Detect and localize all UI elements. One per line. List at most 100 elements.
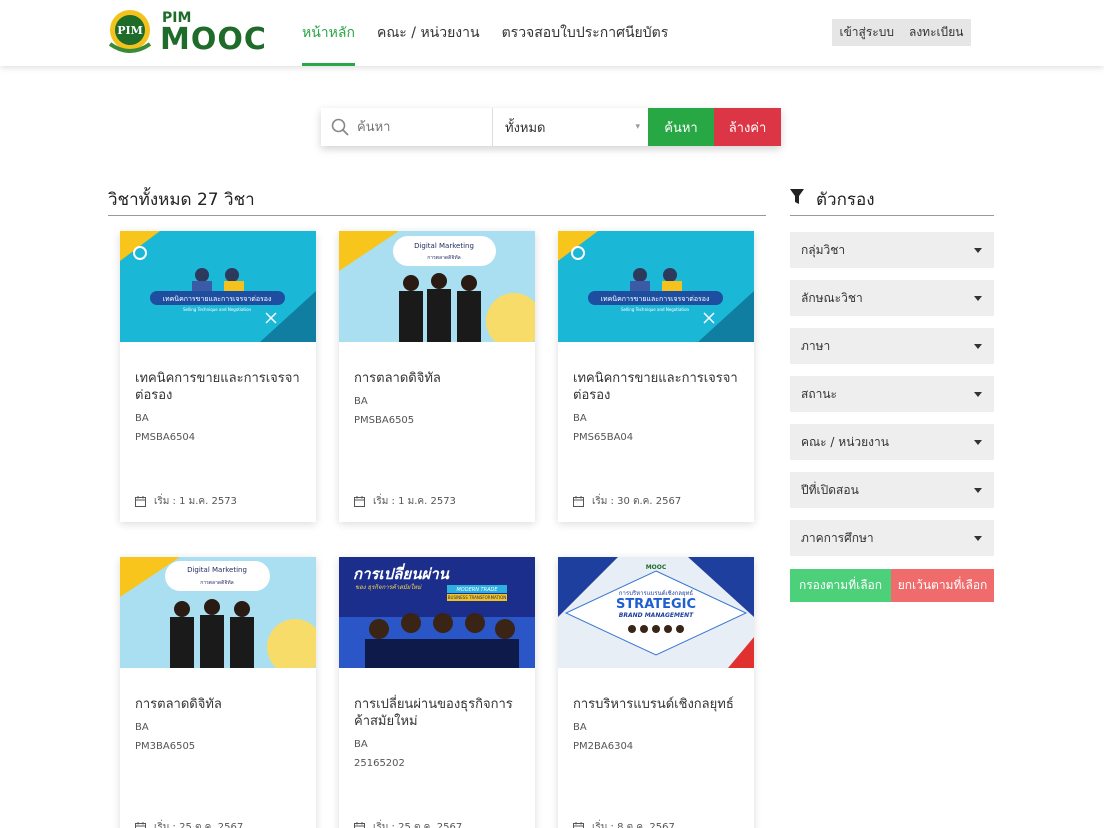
chevron-down-icon: ▾	[635, 122, 640, 132]
filter-label: ลักษณะวิชา	[801, 290, 863, 305]
course-banner: เทคนิคการขายและการเจรจาต่อรอง Selling Te…	[558, 231, 754, 342]
course-count-heading: วิชาทั้งหมด 27 วิชา	[108, 186, 766, 216]
filter-label: กลุ่มวิชา	[801, 242, 846, 257]
course-banner: เทคนิคการขายและการเจรจาต่อรอง Selling Te…	[120, 231, 316, 342]
course-title[interactable]: การบริหารแบรนด์เชิงกลยุทธ์	[573, 696, 743, 713]
exclude-filter-button[interactable]: ยกเว้นตามที่เลือก	[891, 569, 994, 602]
filter-year[interactable]: ปีที่เปิดสอน	[790, 472, 994, 508]
banner-subtitle-text: ของ ธุรกิจการค้าสมัยใหม่	[355, 583, 422, 591]
nav-faculty[interactable]: คณะ / หน่วยงาน	[377, 0, 480, 66]
svg-text:PIM: PIM	[117, 24, 143, 37]
course-department: BA	[354, 396, 368, 407]
course-card[interactable]: เทคนิคการขายและการเจรจาต่อรอง Selling Te…	[558, 231, 754, 522]
course-department: BA	[573, 722, 587, 733]
search-icon	[331, 118, 349, 136]
banner-subtitle-text: การตลาดดิจิทัล	[427, 254, 460, 261]
search-button[interactable]: ค้นหา	[648, 108, 714, 146]
caret-down-icon	[974, 343, 982, 349]
banner-subtitle-text: การตลาดดิจิทัล	[200, 579, 233, 586]
filter-status[interactable]: สถานะ	[790, 376, 994, 412]
filter-label: ภาคการศึกษา	[801, 530, 874, 545]
calendar-icon	[354, 496, 365, 507]
filter-faculty[interactable]: คณะ / หน่วยงาน	[790, 424, 994, 460]
course-department: BA	[135, 722, 149, 733]
course-start-date: เริ่ม : 30 ต.ค. 2567	[573, 494, 681, 509]
course-title[interactable]: การตลาดดิจิทัล	[354, 370, 524, 387]
search-bar: ทั้งหมด ▾ ค้นหา ล้างค่า	[321, 108, 781, 146]
course-banner-image: การเปลี่ยนผ่าน ของ ธุรกิจการค้าสมัยใหม่ …	[339, 557, 535, 668]
logo-mooc-text: MOOC	[160, 22, 267, 57]
nav-home[interactable]: หน้าหลัก	[302, 0, 355, 66]
course-date-text: เริ่ม : 25 ต.ค. 2567	[154, 822, 244, 828]
banner-title-text: Digital Marketing	[187, 566, 247, 574]
course-code: PMSBA6504	[135, 432, 196, 443]
calendar-icon	[135, 496, 146, 507]
course-date-text: เริ่ม : 1 ม.ค. 2573	[154, 496, 237, 507]
register-link[interactable]: ลงทะเบียน	[909, 23, 964, 42]
course-date-text: เริ่ม : 30 ต.ค. 2567	[592, 496, 682, 507]
banner-title-text: Digital Marketing	[414, 242, 474, 250]
filter-semester[interactable]: ภาคการศึกษา	[790, 520, 994, 556]
filter-course-type[interactable]: ลักษณะวิชา	[790, 280, 994, 316]
course-banner-image: Digital Marketing การตลาดดิจิทัล	[339, 231, 535, 342]
course-banner: MOOC การบริหารแบรนด์เชิงกลยุทธ์ STRATEGI…	[558, 557, 754, 668]
caret-down-icon	[974, 439, 982, 445]
course-code: 25165202	[354, 758, 405, 769]
course-start-date: เริ่ม : 25 ต.ค. 2567	[135, 820, 243, 828]
clear-button[interactable]: ล้างค่า	[714, 108, 781, 146]
filter-heading-text: ตัวกรอง	[816, 190, 875, 210]
caret-down-icon	[974, 487, 982, 493]
search-input[interactable]	[357, 119, 487, 135]
nav-certificate-check[interactable]: ตรวจสอบใบประกาศนียบัตร	[502, 0, 669, 66]
site-header: PIM PIM MOOC หน้าหลัก คณะ / หน่วยงาน ตรว…	[0, 0, 1104, 66]
banner-title-text: เทคนิคการขายและการเจรจาต่อรอง	[601, 295, 710, 303]
apply-filter-button[interactable]: กรองตามที่เลือก	[790, 569, 891, 602]
course-title[interactable]: เทคนิคการขายและการเจรจาต่อรอง	[573, 370, 743, 404]
course-department: BA	[354, 739, 368, 750]
filter-label: ภาษา	[801, 338, 831, 353]
auth-links: เข้าสู่ระบบ ลงทะเบียน	[832, 19, 971, 46]
course-card[interactable]: MOOC การบริหารแบรนด์เชิงกลยุทธ์ STRATEGI…	[558, 557, 754, 828]
course-start-date: เริ่ม : 8 ต.ค. 2567	[573, 820, 675, 828]
course-banner-image: Digital Marketing การตลาดดิจิทัล	[120, 557, 316, 668]
filter-label: สถานะ	[801, 386, 837, 401]
banner-title-text: เทคนิคการขายและการเจรจาต่อรอง	[163, 295, 272, 303]
banner-title-text: STRATEGIC	[616, 597, 696, 612]
course-card[interactable]: Digital Marketing การตลาดดิจิทัล การตลาด…	[339, 231, 535, 522]
filter-label: คณะ / หน่วยงาน	[801, 434, 889, 449]
course-card[interactable]: เทคนิคการขายและการเจรจาต่อรอง Selling Te…	[120, 231, 316, 522]
main-nav: หน้าหลัก คณะ / หน่วยงาน ตรวจสอบใบประกาศน…	[302, 0, 690, 66]
calendar-icon	[135, 822, 146, 828]
course-department: BA	[135, 413, 149, 424]
course-title[interactable]: เทคนิคการขายและการเจรจาต่อรอง	[135, 370, 305, 404]
course-code: PMSBA6505	[354, 415, 415, 426]
course-banner: การเปลี่ยนผ่าน ของ ธุรกิจการค้าสมัยใหม่ …	[339, 557, 535, 668]
filter-subject-group[interactable]: กลุ่มวิชา	[790, 232, 994, 268]
course-start-date: เริ่ม : 25 ต.ค. 2567	[354, 820, 462, 828]
calendar-icon	[573, 496, 584, 507]
filter-label: ปีที่เปิดสอน	[801, 482, 859, 497]
login-link[interactable]: เข้าสู่ระบบ	[839, 23, 894, 42]
banner-subtitle-text: BRAND MANAGEMENT	[619, 612, 694, 619]
course-start-date: เริ่ม : 1 ม.ค. 2573	[354, 494, 456, 509]
course-department: BA	[573, 413, 587, 424]
filter-language[interactable]: ภาษา	[790, 328, 994, 364]
pim-mooc-logo[interactable]: PIM PIM MOOC	[104, 6, 267, 58]
course-start-date: เริ่ม : 1 ม.ค. 2573	[135, 494, 237, 509]
course-code: PM3BA6505	[135, 741, 196, 752]
caret-down-icon	[974, 535, 982, 541]
filter-icon	[790, 189, 804, 204]
course-banner: Digital Marketing การตลาดดิจิทัล	[339, 231, 535, 342]
course-card[interactable]: การเปลี่ยนผ่าน ของ ธุรกิจการค้าสมัยใหม่ …	[339, 557, 535, 828]
category-select[interactable]: ทั้งหมด ▾	[493, 108, 648, 146]
caret-down-icon	[974, 391, 982, 397]
search-field	[321, 108, 493, 146]
banner-logo-text: MOOC	[646, 564, 667, 571]
course-banner-image: เทคนิคการขายและการเจรจาต่อรอง Selling Te…	[120, 231, 316, 342]
banner-tag-text: BUSINESS TRANSFORMATION	[448, 595, 506, 600]
banner-tag-text: MODERN TRADE	[456, 587, 498, 593]
course-title[interactable]: การเปลี่ยนผ่านของธุรกิจการค้าสมัยใหม่	[354, 696, 524, 730]
course-title[interactable]: การตลาดดิจิทัล	[135, 696, 305, 713]
pim-seal-icon: PIM	[108, 10, 152, 53]
course-card[interactable]: Digital Marketing การตลาดดิจิทัล การตลาด…	[120, 557, 316, 828]
